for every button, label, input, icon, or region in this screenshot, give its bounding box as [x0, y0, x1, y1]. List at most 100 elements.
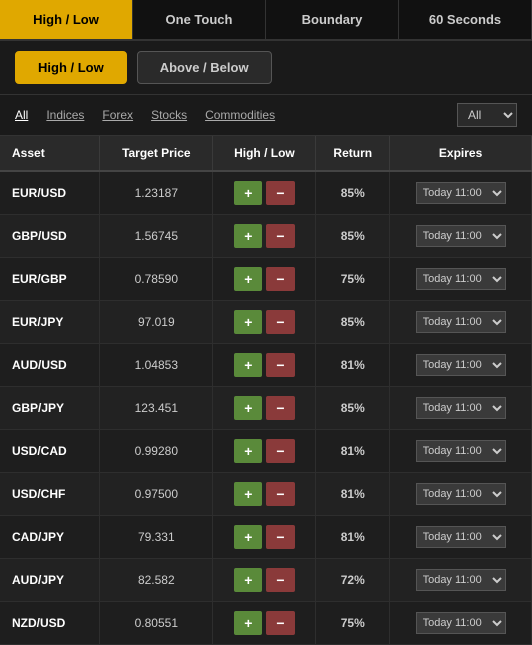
high-button[interactable]: +: [234, 224, 262, 248]
expires-select[interactable]: Today 11:00: [416, 397, 506, 419]
expires-select[interactable]: Today 11:00: [416, 526, 506, 548]
filter-indices[interactable]: Indices: [46, 108, 84, 122]
expires-select[interactable]: Today 11:00: [416, 440, 506, 462]
low-button[interactable]: −: [266, 396, 294, 420]
cell-asset: CAD/JPY: [0, 516, 100, 559]
cell-high-low: +−: [213, 559, 316, 602]
col-header-asset: Asset: [0, 136, 100, 171]
low-button[interactable]: −: [266, 224, 294, 248]
filter-commodities[interactable]: Commodities: [205, 108, 275, 122]
tab-60-seconds[interactable]: 60 Seconds: [399, 0, 532, 39]
cell-asset: AUD/USD: [0, 344, 100, 387]
table-row: CAD/JPY79.331+−81%Today 11:00: [0, 516, 532, 559]
expires-select[interactable]: Today 11:00: [416, 182, 506, 204]
cell-asset: EUR/USD: [0, 171, 100, 215]
col-header-expires: Expires: [390, 136, 532, 171]
low-button[interactable]: −: [266, 525, 294, 549]
expires-select[interactable]: Today 11:00: [416, 612, 506, 634]
low-button[interactable]: −: [266, 611, 294, 635]
expires-select[interactable]: Today 11:00: [416, 354, 506, 376]
cell-asset: AUD/JPY: [0, 559, 100, 602]
col-header-high-low: High / Low: [213, 136, 316, 171]
filter-forex[interactable]: Forex: [102, 108, 133, 122]
sub-btn-above-below[interactable]: Above / Below: [137, 51, 272, 84]
table-header-row: Asset Target Price High / Low Return Exp…: [0, 136, 532, 171]
filter-row: All Indices Forex Stocks Commodities All…: [0, 95, 532, 136]
expires-select[interactable]: Today 11:00: [416, 311, 506, 333]
cell-target-price: 0.97500: [100, 473, 213, 516]
high-button[interactable]: +: [234, 181, 262, 205]
cell-return: 85%: [316, 215, 390, 258]
cell-target-price: 97.019: [100, 301, 213, 344]
low-button[interactable]: −: [266, 310, 294, 334]
cell-return: 75%: [316, 602, 390, 645]
cell-target-price: 79.331: [100, 516, 213, 559]
filter-stocks[interactable]: Stocks: [151, 108, 187, 122]
tab-one-touch[interactable]: One Touch: [133, 0, 266, 39]
high-button[interactable]: +: [234, 611, 262, 635]
col-header-target-price: Target Price: [100, 136, 213, 171]
cell-target-price: 0.78590: [100, 258, 213, 301]
filter-all[interactable]: All: [15, 108, 28, 122]
cell-target-price: 0.80551: [100, 602, 213, 645]
cell-expires: Today 11:00: [390, 516, 532, 559]
high-button[interactable]: +: [234, 568, 262, 592]
expires-select[interactable]: Today 11:00: [416, 268, 506, 290]
cell-high-low: +−: [213, 473, 316, 516]
cell-return: 85%: [316, 301, 390, 344]
cell-high-low: +−: [213, 516, 316, 559]
high-button[interactable]: +: [234, 482, 262, 506]
low-button[interactable]: −: [266, 439, 294, 463]
high-button[interactable]: +: [234, 525, 262, 549]
low-button[interactable]: −: [266, 568, 294, 592]
cell-expires: Today 11:00: [390, 473, 532, 516]
tab-high-low[interactable]: High / Low: [0, 0, 133, 39]
currency-filter-select[interactable]: All EUR GBP USD JPY: [457, 103, 517, 127]
high-button[interactable]: +: [234, 310, 262, 334]
cell-expires: Today 11:00: [390, 301, 532, 344]
col-header-return: Return: [316, 136, 390, 171]
table-row: AUD/JPY82.582+−72%Today 11:00: [0, 559, 532, 602]
low-button[interactable]: −: [266, 267, 294, 291]
cell-target-price: 1.04853: [100, 344, 213, 387]
cell-high-low: +−: [213, 258, 316, 301]
cell-high-low: +−: [213, 602, 316, 645]
cell-high-low: +−: [213, 387, 316, 430]
cell-high-low: +−: [213, 215, 316, 258]
expires-select[interactable]: Today 11:00: [416, 483, 506, 505]
low-button[interactable]: −: [266, 482, 294, 506]
cell-expires: Today 11:00: [390, 387, 532, 430]
cell-target-price: 123.451: [100, 387, 213, 430]
table-row: AUD/USD1.04853+−81%Today 11:00: [0, 344, 532, 387]
high-button[interactable]: +: [234, 353, 262, 377]
table-row: GBP/USD1.56745+−85%Today 11:00: [0, 215, 532, 258]
assets-table: Asset Target Price High / Low Return Exp…: [0, 136, 532, 645]
sub-btn-high-low[interactable]: High / Low: [15, 51, 127, 84]
high-button[interactable]: +: [234, 439, 262, 463]
tab-boundary[interactable]: Boundary: [266, 0, 399, 39]
sub-buttons: High / Low Above / Below: [0, 41, 532, 95]
high-button[interactable]: +: [234, 267, 262, 291]
cell-return: 81%: [316, 430, 390, 473]
cell-expires: Today 11:00: [390, 559, 532, 602]
cell-asset: GBP/USD: [0, 215, 100, 258]
cell-asset: USD/CHF: [0, 473, 100, 516]
cell-return: 75%: [316, 258, 390, 301]
table-row: EUR/USD1.23187+−85%Today 11:00: [0, 171, 532, 215]
cell-high-low: +−: [213, 171, 316, 215]
cell-asset: NZD/USD: [0, 602, 100, 645]
cell-expires: Today 11:00: [390, 171, 532, 215]
cell-target-price: 82.582: [100, 559, 213, 602]
cell-high-low: +−: [213, 430, 316, 473]
cell-expires: Today 11:00: [390, 258, 532, 301]
top-tabs: High / Low One Touch Boundary 60 Seconds: [0, 0, 532, 41]
low-button[interactable]: −: [266, 353, 294, 377]
low-button[interactable]: −: [266, 181, 294, 205]
expires-select[interactable]: Today 11:00: [416, 225, 506, 247]
expires-select[interactable]: Today 11:00: [416, 569, 506, 591]
cell-asset: EUR/GBP: [0, 258, 100, 301]
table-row: GBP/JPY123.451+−85%Today 11:00: [0, 387, 532, 430]
cell-asset: USD/CAD: [0, 430, 100, 473]
high-button[interactable]: +: [234, 396, 262, 420]
cell-asset: EUR/JPY: [0, 301, 100, 344]
